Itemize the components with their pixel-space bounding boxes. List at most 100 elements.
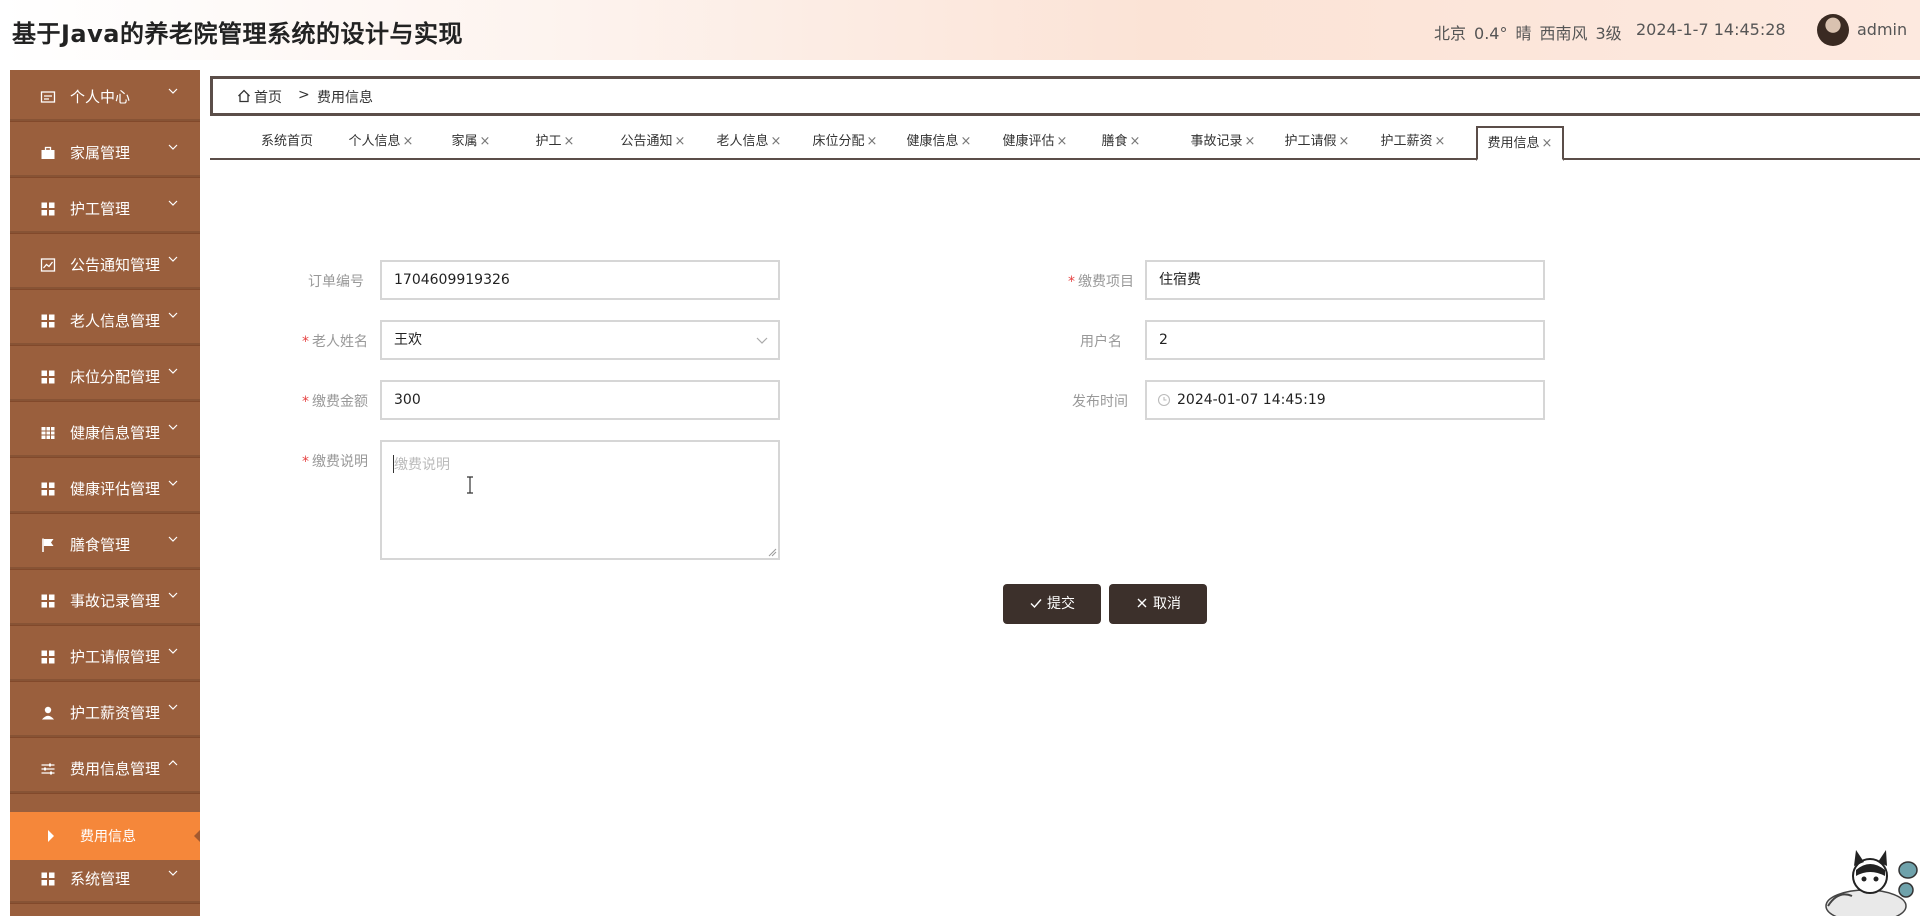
breadcrumb-home[interactable]: 首页 (254, 87, 282, 107)
sidebar-item-10[interactable]: 事故记录管理 (10, 574, 200, 626)
fee-item-field[interactable]: 住宿费 (1145, 260, 1545, 300)
grid-icon (41, 482, 55, 496)
desc-textarea[interactable]: 缴费说明 (380, 440, 780, 560)
required-mark: * (302, 334, 309, 350)
weather-city: 北京 (1434, 24, 1467, 43)
chevron-down-icon (168, 648, 178, 654)
sidebar-item-8[interactable]: 健康评估管理 (10, 462, 200, 514)
tab-label: 健康信息 (906, 134, 959, 149)
tab-2[interactable]: 个人信息 × (336, 126, 426, 159)
user-icon (42, 706, 54, 720)
weather-wind: 西南风 (1539, 24, 1588, 43)
sidebar-item-4[interactable]: 公告通知管理 (10, 238, 200, 290)
tab-label: 费用信息 (1487, 136, 1540, 151)
username-value: 2 (1159, 332, 1168, 348)
chevron-up-icon (168, 760, 178, 766)
amount-label: * 缴费金额 (270, 391, 368, 411)
tab-1[interactable]: 系统首页 (242, 126, 332, 159)
grid-icon (41, 872, 55, 886)
sidebar: 个人中心 家属管理护工管理公告通知管理老人信息管理床位分配管理健康信息管理 健康评估… (10, 70, 200, 916)
tab-14[interactable]: 费用信息 × (1476, 126, 1564, 161)
tab-10[interactable]: 膳食 × (1086, 126, 1156, 159)
publish-time-label: 发布时间 (1040, 391, 1128, 411)
tab-3[interactable]: 家属 × (436, 126, 506, 159)
tab-close-icon[interactable]: × (403, 134, 414, 149)
cancel-label: 取消 (1153, 596, 1181, 612)
tab-close-icon[interactable]: × (1435, 134, 1446, 149)
active-indicator (194, 830, 200, 842)
submit-label: 提交 (1047, 596, 1075, 612)
sidebar-item-13[interactable]: 费用信息管理 (10, 742, 200, 794)
username-field[interactable]: 2 (1145, 320, 1545, 360)
publish-time-field[interactable]: 2024-01-07 14:45:19 (1145, 380, 1545, 420)
sidebar-item-label: 老人信息管理 (70, 312, 161, 330)
elder-name-label-text: 老人姓名 (312, 334, 368, 350)
elder-name-value: 王欢 (394, 332, 422, 348)
sidebar-item-11[interactable]: 护工请假管理 (10, 630, 200, 682)
tab-close-icon[interactable]: × (480, 134, 491, 149)
order-no-label: 订单编号 (270, 271, 364, 291)
sidebar-item-6[interactable]: 床位分配管理 (10, 350, 200, 402)
avatar[interactable] (1817, 14, 1849, 46)
tab-12[interactable]: 护工请假 × (1272, 126, 1362, 159)
sidebar-item-label: 健康信息管理 (70, 424, 161, 442)
tab-label: 个人信息 (348, 134, 401, 149)
chevron-down-icon (756, 337, 768, 344)
tab-9[interactable]: 健康评估 × (990, 126, 1080, 159)
sidebar-item-7[interactable]: 健康信息管理 (10, 406, 200, 458)
chart-icon (40, 258, 56, 272)
weather-condition: 晴 (1515, 24, 1532, 43)
tab-close-icon[interactable]: × (1057, 134, 1068, 149)
tab-close-icon[interactable]: × (867, 134, 878, 149)
amount-field[interactable]: 300 (380, 380, 780, 420)
tab-5[interactable]: 公告通知 × (608, 126, 698, 159)
chevron-down-icon (168, 368, 178, 374)
tab-bar: 系统首页 个人信息 × 家属 × 护工 × 公告通知 × 老人信息 × 床位分配 × 健康信息 × 健康评估 ×… (210, 126, 1920, 161)
tab-4[interactable]: 护工 × (520, 126, 590, 159)
home-icon[interactable] (237, 89, 251, 103)
username-field-label-text: 用户名 (1080, 334, 1122, 350)
tab-close-icon[interactable]: × (1542, 136, 1553, 151)
tab-6[interactable]: 老人信息 × (704, 126, 794, 159)
tab-label: 护工请假 (1284, 134, 1337, 149)
tab-close-icon[interactable]: × (771, 134, 782, 149)
tab-8[interactable]: 健康信息 × (894, 126, 984, 159)
sidebar-item-2[interactable]: 家属管理 (10, 126, 200, 178)
tab-close-icon[interactable]: × (1339, 134, 1350, 149)
tab-11[interactable]: 事故记录 × (1178, 126, 1268, 159)
sidebar-item-5[interactable]: 老人信息管理 (10, 294, 200, 346)
sidebar-item-label: 系统管理 (70, 870, 131, 888)
top-header: 基于Java的养老院管理系统的设计与实现 北京 0.4° 晴西南风 3级 2024-1… (0, 0, 1920, 60)
table-icon (41, 427, 55, 439)
tab-close-icon[interactable]: × (564, 134, 575, 149)
tab-close-icon[interactable]: × (1130, 134, 1141, 149)
resize-grip-icon[interactable] (767, 547, 777, 557)
tab-close-icon[interactable]: × (961, 134, 972, 149)
id-card-icon (40, 91, 56, 103)
sidebar-item-9[interactable]: 膳食管理 (10, 518, 200, 570)
tab-7[interactable]: 床位分配 × (800, 126, 890, 159)
desc-placeholder: 缴费说明 (394, 457, 450, 473)
cancel-button[interactable]: 取消 (1109, 584, 1207, 624)
sidebar-subitem-fee-info[interactable]: 费用信息 (10, 812, 200, 860)
tab-13[interactable]: 护工薪资 × (1368, 126, 1458, 159)
tab-close-icon[interactable]: × (675, 134, 686, 149)
tab-close-icon[interactable]: × (1245, 134, 1256, 149)
publish-time-label-text: 发布时间 (1072, 394, 1128, 410)
sidebar-item-12[interactable]: 护工薪资管理 (10, 686, 200, 738)
sidebar-item-label: 健康评估管理 (70, 480, 161, 498)
breadcrumb-current: 费用信息 (317, 90, 373, 106)
sidebar-item-1[interactable]: 个人中心 (10, 70, 200, 122)
chevron-down-icon (168, 480, 178, 486)
text-caret (393, 455, 394, 473)
chevron-down-icon (168, 592, 178, 598)
elder-name-select[interactable]: 王欢 (380, 320, 780, 360)
chevron-down-icon (168, 88, 178, 94)
username-label[interactable]: admin (1857, 20, 1907, 39)
submit-button[interactable]: 提交 (1003, 584, 1101, 624)
order-no-field[interactable]: 1704609919326 (380, 260, 780, 300)
sidebar-item-3[interactable]: 护工管理 (10, 182, 200, 234)
tab-label: 事故记录 (1190, 134, 1243, 149)
required-mark: * (302, 394, 309, 410)
sidebar-item-label: 护工管理 (70, 200, 131, 218)
